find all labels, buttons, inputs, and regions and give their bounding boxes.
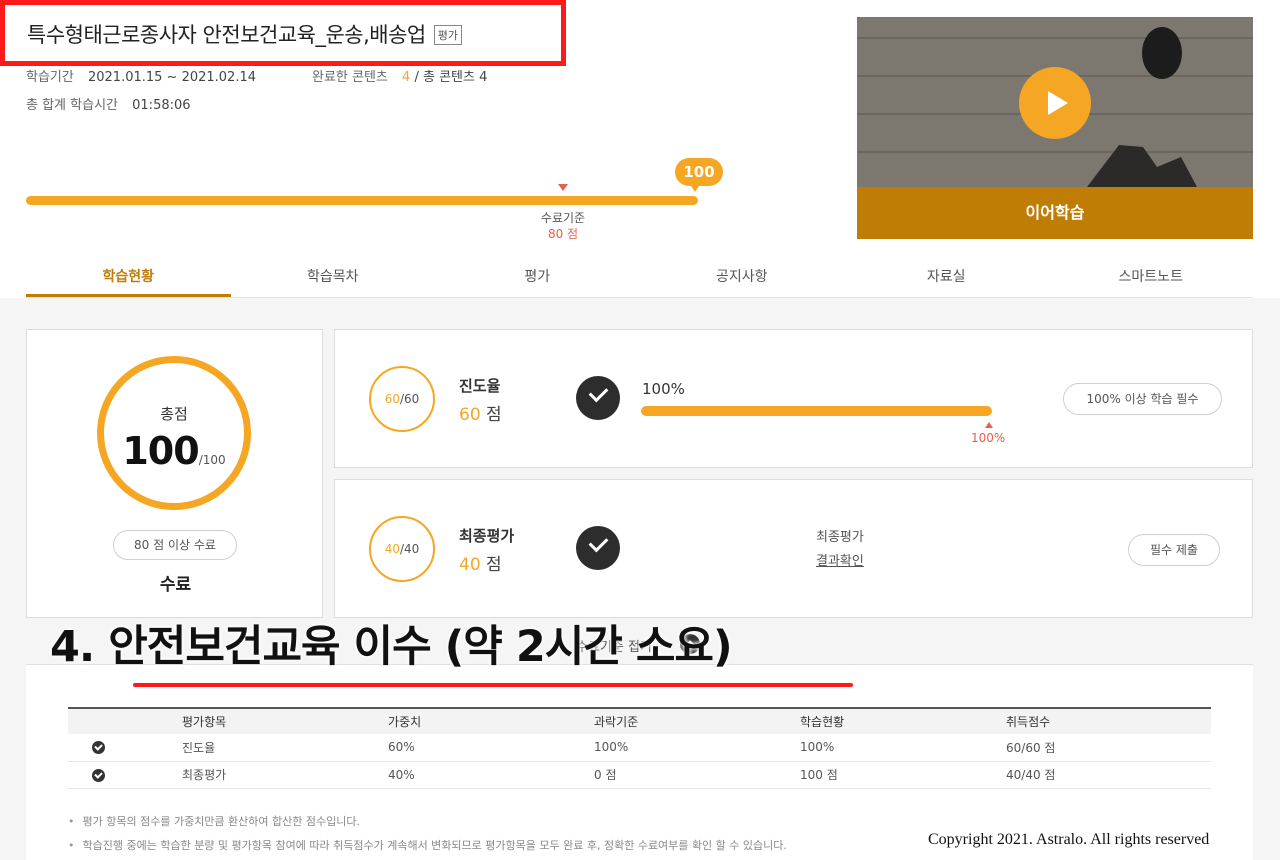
table-cell: 0 점: [594, 761, 800, 789]
study-time-label: 총 합계 학습시간: [26, 98, 118, 113]
progress-rate-title: 진도율: [459, 377, 501, 395]
table-cell: 40%: [388, 761, 594, 789]
study-time-row: 총 합계 학습시간 01:58:06: [26, 94, 191, 113]
tab-bar: 학습현황 학습목차 평가 공지사항 자료실 스마트노트: [26, 262, 1253, 298]
table-cell: 100%: [800, 734, 1006, 762]
evaluation-badge: 평가: [433, 25, 462, 45]
final-result-label: 최종평가: [816, 530, 864, 545]
note-item: 학습진행 중에는 학습한 분량 및 평가항목 참여에 따라 취득점수가 계속해서…: [68, 837, 787, 853]
play-icon: [1048, 91, 1068, 115]
table-cell: 최종평가: [182, 761, 388, 789]
cutoff-label: 수료기준 80 점: [523, 210, 603, 242]
progress-track: [26, 196, 698, 205]
table-cell: [68, 761, 182, 789]
final-result-link[interactable]: 결과확인: [816, 550, 864, 569]
required-submission-pill: 필수 제출: [1128, 534, 1220, 566]
final-ring-score: 40: [384, 542, 400, 556]
tab-resources[interactable]: 자료실: [844, 262, 1049, 297]
check-icon: [92, 768, 105, 782]
course-title: 특수형태근로종사자 안전보건교육_운송,배송업 평가: [27, 19, 462, 49]
final-evaluation-title: 최종평가: [459, 527, 515, 545]
total-score-number: 100: [122, 429, 199, 473]
table-header: [68, 708, 182, 734]
progress-score-unit: 점: [486, 405, 502, 425]
completed-row: 완료한 콘텐츠 4 / 총 콘텐츠 4: [312, 66, 487, 85]
table-header-row: 평가항목 가중치 과락기준 학습현황 취득점수: [68, 708, 1211, 734]
final-score-ring: 40/40: [369, 516, 435, 582]
table-cell: 40/40 점: [1006, 761, 1211, 789]
cutoff-label-text: 수료기준: [540, 211, 586, 225]
note-item: 평가 항목의 점수를 가중치만큼 환산하여 합산한 점수입니다.: [68, 813, 360, 829]
completed-value: 4: [402, 70, 411, 85]
total-score-ring: 총점 100/100: [97, 356, 251, 510]
tab-smart-note[interactable]: 스마트노트: [1049, 262, 1254, 297]
final-evaluation-score: 40 점: [459, 550, 502, 575]
progress-requirement-pill: 100% 이상 학습 필수: [1063, 383, 1222, 415]
cutoff-marker-icon: [558, 184, 568, 191]
tab-learning-status[interactable]: 학습현황: [26, 262, 231, 297]
table-cell: 100%: [594, 734, 800, 762]
progress-check-icon: [576, 376, 620, 420]
progress-bubble: 100: [675, 158, 723, 186]
total-score-max: /100: [198, 453, 226, 467]
course-header: 특수형태근로종사자 안전보건교육_운송,배송업 평가 학습기간 2021.01.1…: [0, 0, 1280, 298]
copyright-text: Copyright 2021. Astralo. All rights rese…: [924, 831, 1214, 849]
progress-bubble-tail: [689, 183, 701, 192]
period-row: 학습기간 2021.01.15 ~ 2021.02.14: [26, 66, 256, 85]
video-player[interactable]: 이어학습: [857, 17, 1253, 239]
table-header: 가중치: [388, 715, 422, 729]
final-evaluation-card: 40/40 최종평가 40 점 최종평가 결과확인 필수 제출: [334, 479, 1253, 618]
progress-marker-icon: [985, 422, 993, 428]
final-check-icon: [576, 526, 620, 570]
progress-rate-card: 60/60 진도율 60 점 100% 100% 100% 이상 학습 필수: [334, 329, 1253, 468]
total-contents: / 총 콘텐츠 4: [414, 70, 488, 85]
score-table: 평가항목 가중치 과락기준 학습현황 취득점수 진도율 60% 100% 100…: [68, 707, 1211, 789]
progress-score-number: 60: [459, 405, 481, 425]
course-title-text: 특수형태근로종사자 안전보건교육_운송,배송업: [27, 23, 426, 47]
table-header: 학습현황: [800, 715, 845, 729]
total-score-value: 100/100: [104, 429, 244, 473]
table-header: 과락기준: [594, 715, 639, 729]
table-header: 취득점수: [1006, 715, 1051, 729]
table-cell: 60%: [388, 734, 594, 762]
resume-learning-button[interactable]: 이어학습: [857, 187, 1253, 239]
period-value: 2021.01.15 ~ 2021.02.14: [87, 70, 257, 85]
table-cell: [68, 734, 182, 762]
progress-ring-max: /60: [399, 392, 420, 406]
period-label: 학습기간: [26, 70, 74, 85]
progress-percent: 100%: [642, 380, 685, 398]
progress-rate-score: 60 점: [459, 400, 502, 425]
tab-notice[interactable]: 공지사항: [640, 262, 845, 297]
progress-percent-bar: [641, 406, 992, 416]
overlay-caption: 4. 안전보건교육 이수 (약 2시간 소요): [50, 622, 733, 672]
tab-evaluation[interactable]: 평가: [435, 262, 640, 297]
table-row: 진도율 60% 100% 100% 60/60 점: [68, 734, 1211, 762]
completion-status: 수료: [159, 575, 192, 595]
progress-ring-score: 60: [384, 392, 400, 406]
study-time-value: 01:58:06: [132, 98, 191, 113]
progress-score-ring: 60/60: [369, 366, 435, 432]
final-score-unit: 점: [486, 555, 502, 575]
table-cell: 60/60 점: [1006, 734, 1211, 762]
completed-label: 완료한 콘텐츠: [312, 70, 388, 85]
total-score-card: 총점 100/100 80 점 이상 수료 수료: [26, 329, 323, 618]
total-score-label: 총점: [160, 405, 188, 423]
table-header: 평가항목: [182, 715, 227, 729]
table-cell: 진도율: [182, 734, 388, 762]
final-ring-max: /40: [399, 542, 420, 556]
tab-contents[interactable]: 학습목차: [231, 262, 436, 297]
cutoff-score: 80 점: [547, 227, 579, 241]
progress-marker-label: 100%: [971, 431, 1006, 445]
final-score-number: 40: [459, 555, 481, 575]
check-icon: [92, 741, 105, 755]
table-row: 최종평가 40% 0 점 100 점 40/40 점: [68, 761, 1211, 789]
caption-underline: [133, 683, 853, 687]
title-highlight-box: 특수형태근로종사자 안전보건교육_운송,배송업 평가: [0, 0, 566, 66]
pass-criteria-pill: 80 점 이상 수료: [113, 530, 237, 560]
table-cell: 100 점: [800, 761, 1006, 789]
